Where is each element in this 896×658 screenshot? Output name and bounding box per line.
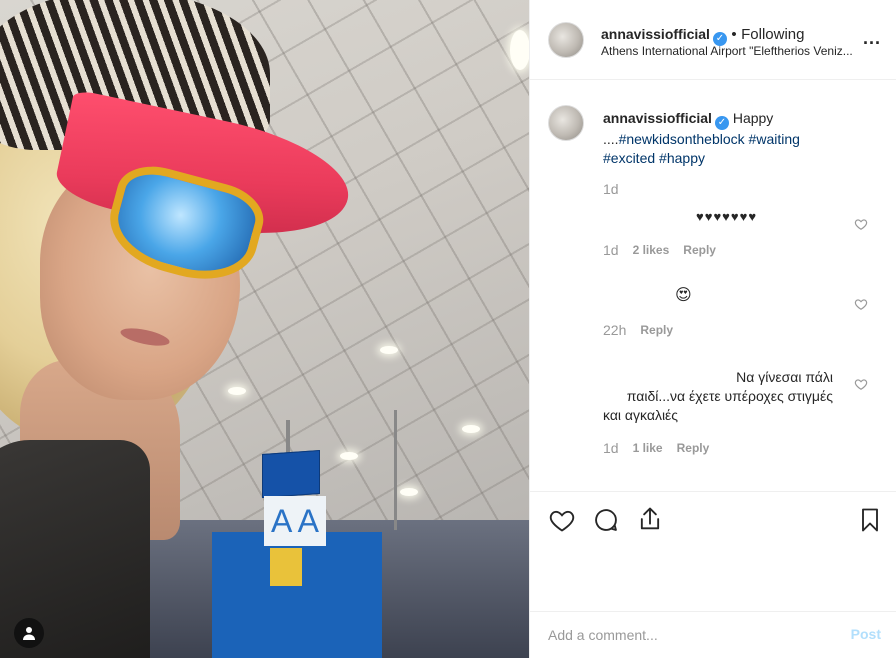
bookmark-icon[interactable] <box>856 506 884 534</box>
reply-button[interactable]: Reply <box>640 323 673 337</box>
post-location[interactable]: Athens International Airport "Eleftherio… <box>601 44 881 58</box>
like-heart-icon[interactable] <box>548 506 576 534</box>
caption-meta: 1d <box>603 181 619 197</box>
add-comment-bar: Post <box>530 611 896 658</box>
caption: annavissiofficial ✓ Happy ....#newkidsont… <box>603 109 853 168</box>
follow-separator: • <box>731 26 737 43</box>
tagged-user-icon[interactable] <box>14 618 44 648</box>
comment-text-line: και αγκαλιές <box>603 407 679 423</box>
comment-like-icon[interactable] <box>854 377 868 391</box>
comment-time[interactable]: 1d <box>603 440 619 456</box>
caption-text: Happy <box>732 110 774 126</box>
ceiling-light <box>462 425 480 433</box>
post-actions <box>530 491 896 611</box>
reply-button[interactable]: Reply <box>683 243 716 257</box>
caption-avatar[interactable] <box>548 105 584 141</box>
comment-likes[interactable]: 1 like <box>633 441 663 455</box>
caption-username[interactable]: annavissiofficial <box>603 110 712 126</box>
yellow-sign <box>270 548 302 586</box>
gate-sign: A A <box>264 496 326 546</box>
post-header: annavissiofficial ✓ • Following Athens In… <box>530 0 896 80</box>
comment-meta: 1d 2 likes Reply <box>603 242 716 258</box>
share-icon[interactable] <box>636 505 664 533</box>
ceiling-light <box>400 488 418 496</box>
comment-meta: 22h Reply <box>603 322 673 338</box>
comment-like-icon[interactable] <box>854 217 868 231</box>
comment-text-line: παιδί...να έχετε υπέροχες στιγμές <box>626 388 833 404</box>
comment-text: Να γίνεσαι πάλι παιδί...να έχετε υπέροχε… <box>603 368 833 406</box>
verified-badge-icon: ✓ <box>714 115 729 130</box>
author-avatar[interactable] <box>548 22 584 58</box>
post-sidebar: annavissiofficial ✓ • Following Athens In… <box>529 0 896 658</box>
hashtag-link[interactable]: #happy <box>659 150 705 166</box>
comment-bubble-icon[interactable] <box>592 506 620 534</box>
author-username[interactable]: annavissiofficial <box>601 26 710 42</box>
post-photo[interactable]: A A <box>0 0 529 658</box>
comment-text: 😍 <box>675 287 692 304</box>
author-line: annavissiofficial ✓ • Following <box>601 26 804 46</box>
hashtag-link[interactable]: #waiting <box>749 131 800 147</box>
post-comment-button[interactable]: Post <box>851 626 881 642</box>
comment-likes[interactable]: 2 likes <box>633 243 670 257</box>
comments-list[interactable]: annavissiofficial ✓ Happy ....#newkidsont… <box>530 81 896 491</box>
comment-text: ♥♥♥♥♥♥♥ <box>696 209 758 224</box>
comment-text-line: Να γίνεσαι πάλι <box>736 369 833 385</box>
hashtag-link[interactable]: #excited <box>603 150 655 166</box>
caption-time[interactable]: 1d <box>603 181 619 197</box>
following-button[interactable]: Following <box>741 26 804 43</box>
caption-prefix: .... <box>603 130 619 147</box>
ceiling-light <box>510 30 529 70</box>
comment-time[interactable]: 1d <box>603 242 619 258</box>
sign-pole <box>394 410 397 530</box>
add-comment-input[interactable] <box>548 624 828 646</box>
ceiling-light <box>228 387 246 395</box>
sign-pole <box>286 420 290 454</box>
hashtag-link[interactable]: #newkidsontheblock <box>619 131 745 147</box>
comment-like-icon[interactable] <box>854 297 868 311</box>
ceiling-light <box>340 452 358 460</box>
more-options-icon[interactable]: ... <box>863 28 881 49</box>
comment-time[interactable]: 22h <box>603 322 626 338</box>
reply-button[interactable]: Reply <box>677 441 710 455</box>
comment-meta: 1d 1 like Reply <box>603 440 709 456</box>
ceiling-light <box>380 346 398 354</box>
gate-sign-text: A A <box>270 502 320 539</box>
blue-direction-sign <box>262 449 320 499</box>
